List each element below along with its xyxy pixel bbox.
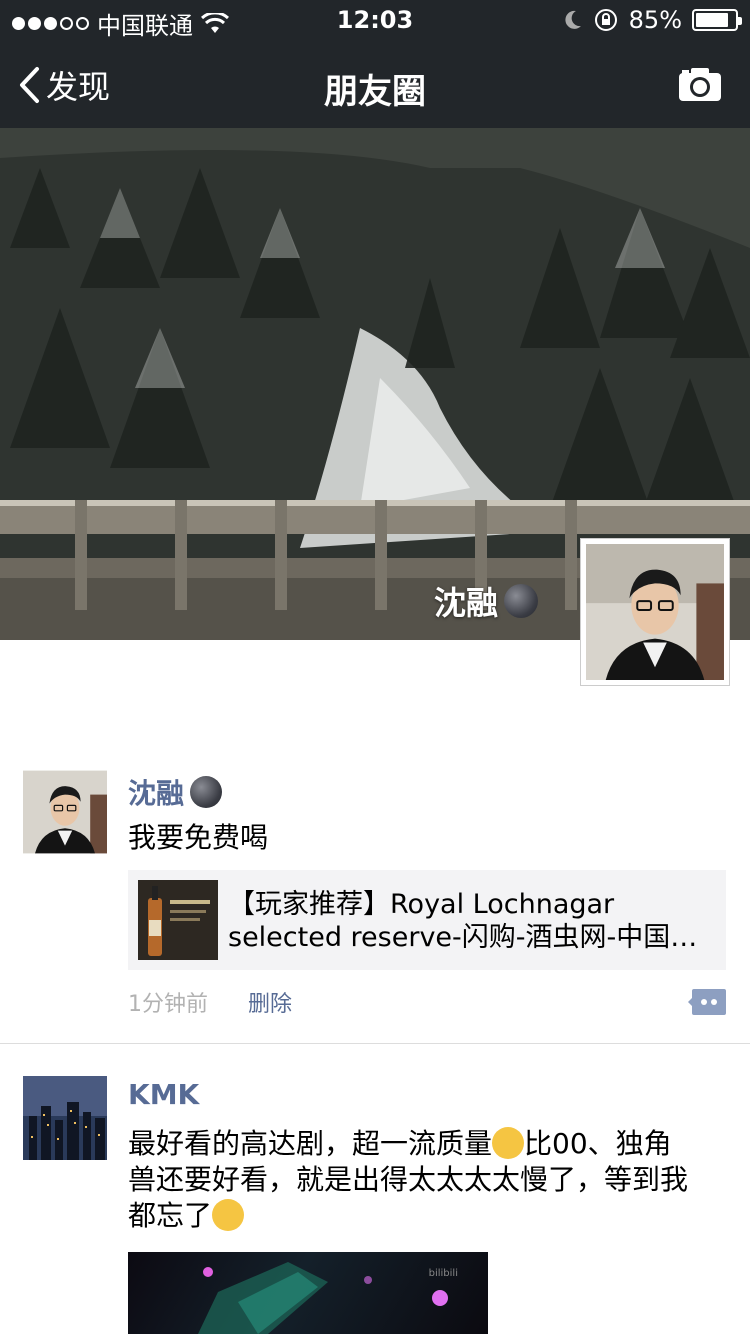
author-name: KMK [128,1078,200,1111]
post-author[interactable]: KMK [128,1078,199,1111]
post-text-part: 都忘了 [128,1199,213,1232]
post-text-line-3: 都忘了 [128,1198,728,1234]
do-not-disturb-moon-icon [565,10,581,29]
post-text-part: 最好看的高达剧，超一流质量 [128,1127,493,1160]
video-watermark: bilibili [428,1268,458,1279]
post-avatar[interactable] [23,770,107,854]
link-title-line-1: 【玩家推荐】Royal Lochnagar [228,889,615,920]
author-name: 沈融 [128,777,185,810]
post-text-line-1: 最好看的高达剧，超一流质量 比00、独角 [128,1126,728,1162]
moon-emoji-icon [190,776,223,808]
thumbs-up-emoji-icon [492,1127,525,1159]
battery-percent: 85% [628,6,682,34]
post-text: 我要免费喝 [128,821,269,854]
link-title-line-2: selected reserve-闪购-酒虫网-中国… [228,922,698,953]
moon-emoji-icon [504,584,538,618]
post-text-part: 比00、独角 [524,1127,672,1160]
delete-link[interactable]: 删除 [248,986,292,1018]
link-title: 【玩家推荐】Royal Lochnagar selected reserve-闪… [228,888,708,954]
status-bar: 中国联通 12:03 85% [0,0,750,40]
cover-owner-avatar[interactable] [580,538,730,686]
video-thumbnail[interactable]: bilibili [128,1252,488,1334]
camera-icon[interactable] [678,66,722,102]
city-night-avatar [23,1076,107,1160]
post-text-line-2: 兽还要好看，就是出得太太太太慢了，等到我 [128,1163,689,1196]
shared-link-card[interactable]: 【玩家推荐】Royal Lochnagar selected reserve-闪… [128,870,726,970]
comment-icon[interactable] [688,988,726,1016]
moment-post: KMK 最好看的高达剧，超一流质量 比00、独角 兽还要好看，就是出得太太太太慢了… [0,1074,750,1334]
rotation-lock-icon [594,9,617,31]
post-meta: 1分钟前 删除 [128,986,292,1018]
post-text: 最好看的高达剧，超一流质量 比00、独角 兽还要好看，就是出得太太太太慢了，等到我… [128,1126,728,1234]
post-time: 1分钟前 [128,992,208,1017]
page-title: 朋友圈 [324,72,426,112]
post-author[interactable]: 沈融 [128,772,223,812]
owner-name-text: 沈融 [433,584,498,622]
post-avatar[interactable] [23,1076,107,1160]
battery-icon [692,9,742,31]
nav-bar: 发现 朋友圈 [0,40,750,128]
status-right: 85% [563,6,742,34]
video-frame-image [198,1262,448,1334]
avatar-photo [23,770,107,854]
cover-owner-name[interactable]: 沈融 [434,578,538,624]
crying-laughing-emoji-icon [212,1199,245,1231]
moment-post: 沈融 我要免费喝 【玩家推荐】Royal Lochnagar selected … [0,768,750,1044]
link-thumbnail [138,880,218,960]
avatar-photo [586,544,724,680]
